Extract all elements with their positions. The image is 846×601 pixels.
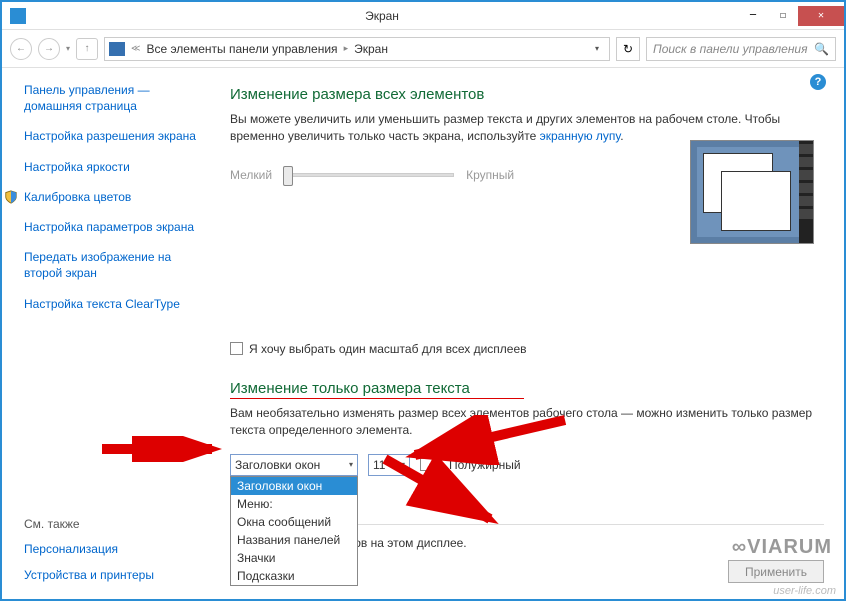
- history-dropdown-icon[interactable]: ▾: [66, 44, 70, 53]
- dropdown-option[interactable]: Окна сообщений: [231, 513, 357, 531]
- window-frame: Экран ─ ☐ ✕ ← → ▾ ↑ ≪ Все элементы панел…: [0, 0, 846, 601]
- help-icon[interactable]: ?: [810, 74, 826, 90]
- description-text-size: Вам необязательно изменять размер всех э…: [230, 405, 824, 440]
- heading-resize-all: Изменение размера всех элементов: [230, 86, 824, 103]
- maximize-button[interactable]: ☐: [768, 6, 798, 26]
- annotation-underline: [230, 398, 524, 399]
- dropdown-option[interactable]: Значки: [231, 549, 357, 567]
- sidebar-item-color-calibration[interactable]: Калибровка цветов: [24, 189, 210, 205]
- element-dropdown: Заголовки окон Меню: Окна сообщений Назв…: [230, 476, 358, 586]
- up-button[interactable]: ↑: [76, 38, 98, 60]
- element-select-value: Заголовки окон: [235, 458, 320, 472]
- app-icon: [10, 8, 26, 24]
- bold-checkbox[interactable]: [420, 458, 433, 471]
- address-dropdown-icon[interactable]: ▾: [589, 44, 605, 53]
- single-scale-label: Я хочу выбрать один масштаб для всех дис…: [249, 342, 527, 356]
- window-title: Экран: [26, 9, 738, 23]
- dropdown-option[interactable]: Заголовки окон: [231, 477, 357, 495]
- back-button[interactable]: ←: [10, 38, 32, 60]
- breadcrumb-parent[interactable]: Все элементы панели управления: [146, 42, 337, 56]
- search-placeholder: Поиск в панели управления: [653, 42, 814, 56]
- forward-button[interactable]: →: [38, 38, 60, 60]
- search-input[interactable]: Поиск в панели управления 🔍: [646, 37, 836, 61]
- sidebar-item-display-settings[interactable]: Настройка параметров экрана: [24, 219, 210, 235]
- chevron-down-icon: ▾: [349, 460, 353, 469]
- display-preview: [690, 140, 814, 244]
- breadcrumb-separator-icon: ≪: [131, 43, 140, 54]
- minimize-button[interactable]: ─: [738, 6, 768, 26]
- address-bar[interactable]: ≪ Все элементы панели управления ▸ Экран…: [104, 37, 610, 61]
- breadcrumb-current[interactable]: Экран: [354, 42, 388, 56]
- heading-text-size: Изменение только размера текста: [230, 380, 824, 397]
- element-select[interactable]: Заголовки окон ▾: [230, 454, 358, 476]
- sidebar-item-project[interactable]: Передать изображение на второй экран: [24, 249, 210, 281]
- sidebar-item-brightness[interactable]: Настройка яркости: [24, 159, 210, 175]
- see-also-header: См. также: [24, 517, 154, 531]
- see-also-section: См. также Персонализация Устройства и пр…: [24, 517, 154, 593]
- chevron-down-icon: ▾: [401, 460, 405, 469]
- text-size-controls: Заголовки окон ▾ 11 ▾ Полужирный Заголов…: [230, 454, 824, 476]
- see-also-personalization[interactable]: Персонализация: [24, 541, 154, 557]
- computer-icon: [109, 42, 125, 56]
- font-size-value: 11: [373, 458, 385, 472]
- magnifier-link[interactable]: экранную лупу: [540, 129, 621, 143]
- scale-slider[interactable]: [284, 173, 454, 177]
- apply-button[interactable]: Применить: [728, 560, 824, 583]
- sidebar-item-cleartype[interactable]: Настройка текста ClearType: [24, 296, 210, 312]
- slider-thumb[interactable]: [283, 166, 293, 186]
- slider-min-label: Мелкий: [230, 168, 272, 182]
- single-scale-checkbox-row: Я хочу выбрать один масштаб для всех дис…: [230, 342, 824, 356]
- search-icon: 🔍: [814, 42, 829, 56]
- dropdown-option[interactable]: Подсказки: [231, 567, 357, 585]
- sidebar: Панель управления — домашняя страница На…: [2, 68, 220, 599]
- single-scale-checkbox[interactable]: [230, 342, 243, 355]
- font-size-select[interactable]: 11 ▾: [368, 454, 410, 476]
- bold-label: Полужирный: [449, 458, 521, 472]
- see-also-devices[interactable]: Устройства и принтеры: [24, 567, 154, 583]
- sidebar-item-home[interactable]: Панель управления — домашняя страница: [24, 82, 210, 114]
- slider-max-label: Крупный: [466, 168, 514, 182]
- close-button[interactable]: ✕: [798, 6, 844, 26]
- dropdown-option[interactable]: Названия панелей: [231, 531, 357, 549]
- titlebar: Экран ─ ☐ ✕: [2, 2, 844, 30]
- shield-icon: [4, 190, 18, 204]
- chevron-right-icon: ▸: [344, 43, 349, 54]
- toolbar: ← → ▾ ↑ ≪ Все элементы панели управления…: [2, 30, 844, 68]
- main-content: ? Изменение размера всех элементов Вы мо…: [220, 68, 844, 599]
- sidebar-item-resolution[interactable]: Настройка разрешения экрана: [24, 128, 210, 144]
- refresh-button[interactable]: ↻: [616, 37, 640, 61]
- dropdown-option[interactable]: Меню:: [231, 495, 357, 513]
